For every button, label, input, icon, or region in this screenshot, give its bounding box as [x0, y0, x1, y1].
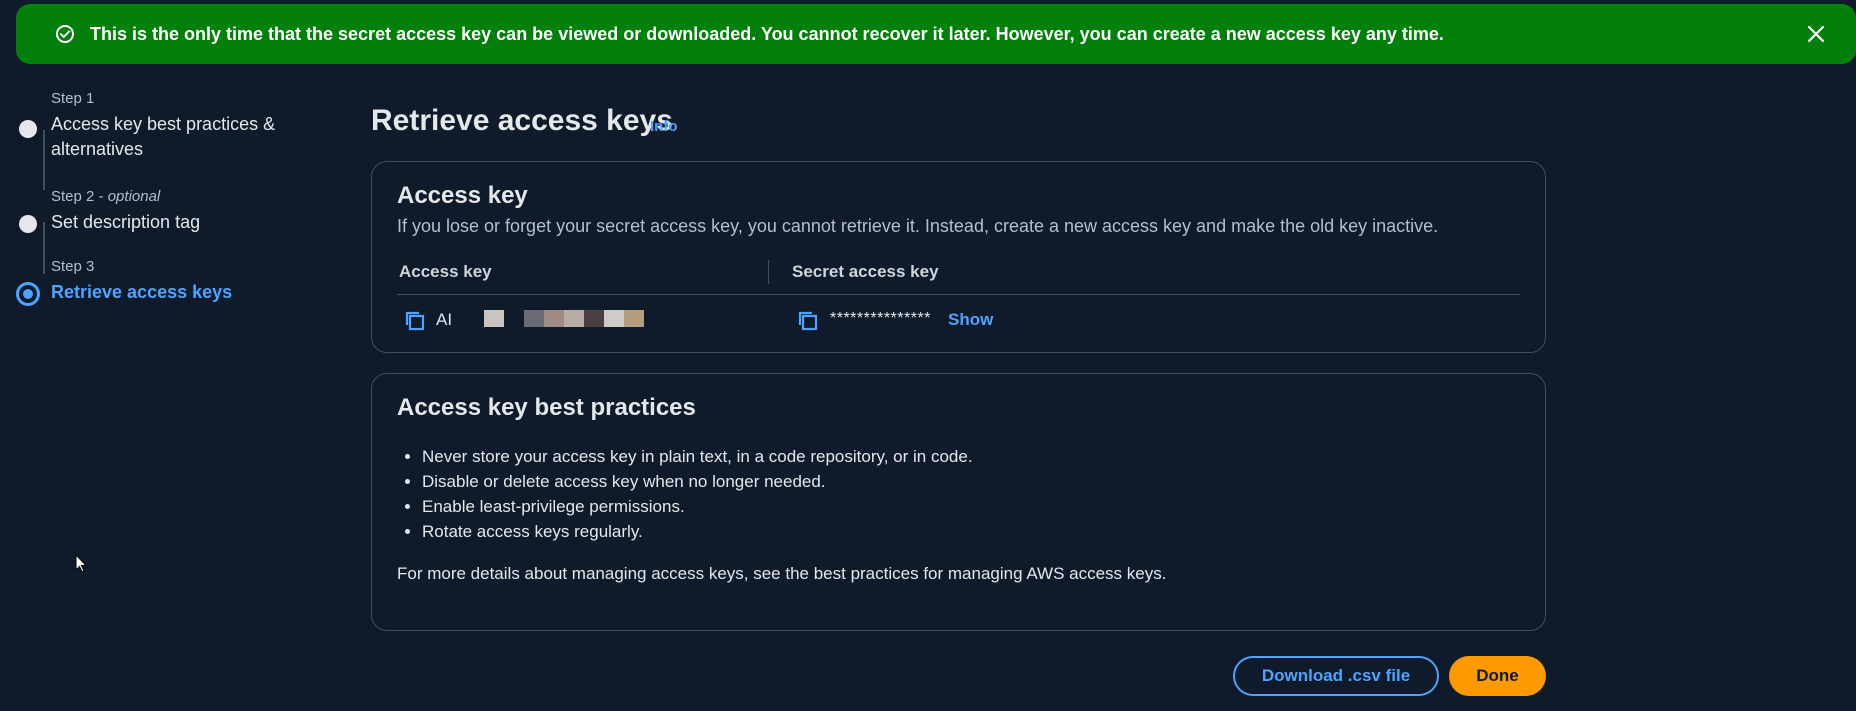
- list-item: Enable least-privilege permissions.: [422, 494, 973, 519]
- check-circle-icon: [54, 23, 76, 45]
- step-title: Set description tag: [51, 212, 201, 232]
- secret-access-key-label: Secret access key: [792, 262, 939, 281]
- card-heading: Access key best practices: [397, 394, 696, 421]
- step-title: Access key best practices & alternatives: [51, 114, 276, 159]
- copy-icon[interactable]: [797, 310, 819, 332]
- header-divider: [397, 294, 1520, 295]
- access-key-label: Access key: [399, 262, 492, 281]
- step-title-active: Retrieve access keys: [51, 282, 233, 302]
- access-key-value: AI: [436, 310, 453, 329]
- step-active-dot: [16, 282, 40, 306]
- flash-message: This is the only time that the secret ac…: [90, 23, 1444, 44]
- copy-icon[interactable]: [404, 310, 426, 332]
- step-complete-dot: [19, 215, 37, 233]
- access-key-card: Access key If you lose or forget your se…: [371, 161, 1546, 353]
- done-button[interactable]: Done: [1449, 656, 1546, 696]
- step-2: Step 2 - optional Set description tag: [16, 188, 316, 258]
- close-icon[interactable]: [1802, 20, 1830, 48]
- step-number: Step 1: [51, 90, 95, 107]
- more-details-text: For more details about managing access k…: [397, 564, 1167, 583]
- list-item: Rotate access keys regularly.: [422, 519, 973, 544]
- secret-access-key-value: ***************: [830, 310, 931, 327]
- step-number: Step 2 - optional: [51, 188, 161, 205]
- column-divider: [768, 260, 769, 284]
- step-complete-dot: [19, 120, 37, 138]
- download-csv-button[interactable]: Download .csv file: [1233, 656, 1439, 696]
- card-description: If you lose or forget your secret access…: [397, 216, 1439, 236]
- redacted-access-key: [484, 310, 654, 327]
- step-1: Step 1 Access key best practices & alter…: [16, 90, 316, 188]
- list-item: Never store your access key in plain tex…: [422, 444, 973, 469]
- best-practices-list: Never store your access key in plain tex…: [397, 444, 973, 544]
- step-3: Step 3 Retrieve access keys: [16, 258, 316, 318]
- wizard-steps: Step 1 Access key best practices & alter…: [16, 90, 316, 318]
- mouse-cursor-icon: [75, 553, 88, 579]
- best-practices-card: Access key best practices Never store yo…: [371, 373, 1546, 631]
- list-item: Disable or delete access key when no lon…: [422, 469, 973, 494]
- page-title: Retrieve access keys: [371, 104, 673, 137]
- info-link[interactable]: Info: [650, 118, 678, 135]
- success-flash-banner: This is the only time that the secret ac…: [16, 4, 1856, 64]
- show-secret-link[interactable]: Show: [948, 310, 993, 330]
- card-heading: Access key: [397, 182, 528, 209]
- step-number: Step 3: [51, 258, 95, 275]
